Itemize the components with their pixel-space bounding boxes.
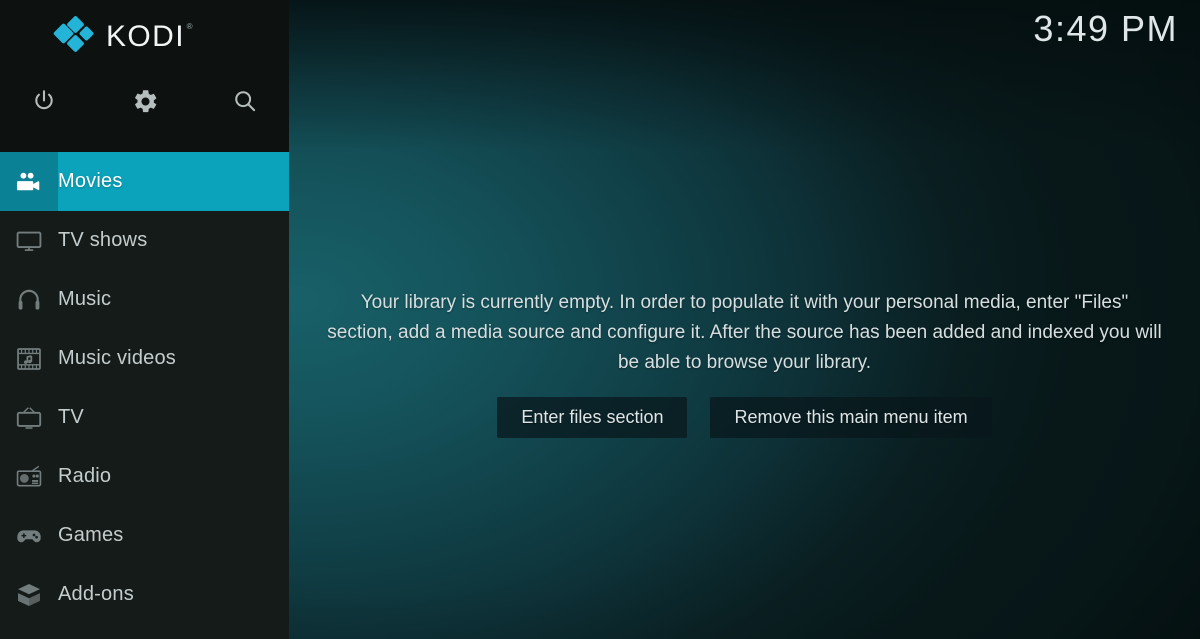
sidebar-item-tv[interactable]: TV — [0, 388, 289, 447]
sidebar-item-music[interactable]: Music — [0, 270, 289, 329]
addon-box-icon — [0, 565, 58, 624]
sidebar-item-games[interactable]: Games — [0, 506, 289, 565]
sidebar-item-label: Music — [58, 288, 112, 310]
sidebar-item-label: Music videos — [58, 347, 176, 369]
empty-library-message: Your library is currently empty. In orde… — [327, 292, 1162, 373]
kodi-logo: KODI ® — [52, 15, 192, 56]
remove-main-menu-item-button[interactable]: Remove this main menu item — [710, 397, 992, 438]
gear-icon — [132, 88, 159, 115]
movie-camera-icon — [0, 152, 58, 211]
sidebar-item-label: TV shows — [58, 229, 148, 251]
retro-tv-icon — [0, 388, 58, 447]
sidebar-item-movies[interactable]: Movies — [0, 152, 289, 211]
action-button-row: Enter files section Remove this main men… — [497, 397, 992, 438]
kodi-logo-text: KODI ® — [106, 20, 192, 53]
power-icon — [31, 88, 57, 114]
gamepad-icon — [0, 506, 58, 565]
sidebar-item-radio[interactable]: Radio — [0, 447, 289, 506]
sidebar-item-music-videos[interactable]: Music videos — [0, 329, 289, 388]
empty-library-block: Your library is currently empty. In orde… — [289, 288, 1200, 438]
radio-icon — [0, 447, 58, 506]
sidebar-item-label: Games — [58, 524, 124, 546]
settings-button[interactable] — [122, 78, 168, 124]
kodi-logo-wordmark: KODI — [106, 20, 185, 53]
kodi-logo-mark-icon — [52, 15, 95, 56]
enter-files-section-button[interactable]: Enter files section — [497, 397, 688, 438]
sidebar-item-label: Add-ons — [58, 583, 134, 605]
tv-monitor-icon — [0, 211, 58, 270]
power-button[interactable] — [21, 78, 67, 124]
headphones-icon — [0, 270, 58, 329]
sidebar-item-add-ons[interactable]: Add-ons — [0, 565, 289, 624]
kodi-home-screen: 3:49 PM Your library is currently empty.… — [0, 0, 1200, 639]
search-button[interactable] — [222, 78, 268, 124]
main-content: Your library is currently empty. In orde… — [289, 0, 1200, 639]
sidebar-item-label: Radio — [58, 465, 112, 487]
clock: 3:49 PM — [1033, 8, 1178, 49]
trademark-symbol: ® — [186, 22, 194, 31]
sidebar-toolbar — [0, 78, 289, 124]
sidebar-item-label: TV — [58, 406, 84, 428]
sidebar-item-label: Movies — [58, 170, 123, 192]
sidebar: KODI ® Movies TV shows Music Music video… — [0, 0, 289, 639]
film-music-icon — [0, 329, 58, 388]
main-menu: Movies TV shows Music Music videos TV Ra… — [0, 152, 289, 624]
search-icon — [232, 88, 258, 114]
sidebar-item-tv-shows[interactable]: TV shows — [0, 211, 289, 270]
